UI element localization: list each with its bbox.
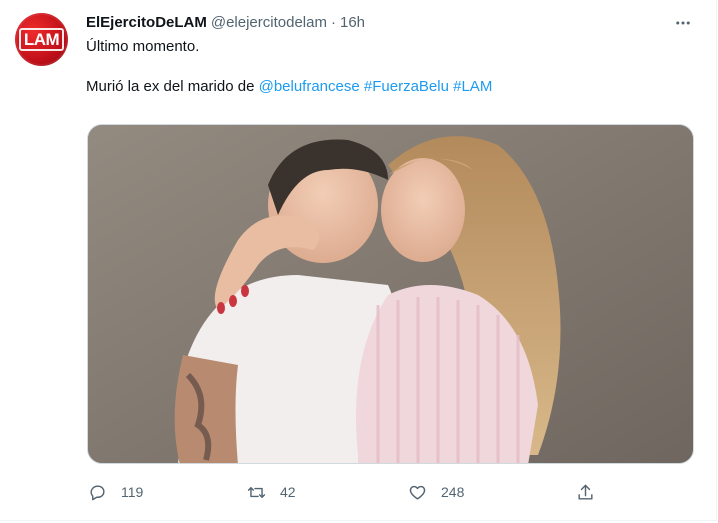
tweet[interactable]: LAM ElEjercitoDeLAM @elejercitodelam · 1… [0,0,717,521]
share-button[interactable] [576,481,595,503]
tweet-photo[interactable] [87,124,694,464]
retweet-count: 42 [280,484,296,500]
separator-dot: · [330,13,336,31]
tweet-time[interactable]: 16h [340,14,365,31]
more-options-button[interactable] [672,12,694,34]
tweet-actions: 119 42 248 [86,481,606,503]
more-icon [676,21,690,25]
reply-count: 119 [121,484,144,500]
tweet-text: Último momento. Murió la ex del marido d… [86,37,686,97]
hashtag-link-lam[interactable]: #LAM [453,78,492,95]
mention-link[interactable]: @belufrancese [259,78,360,95]
share-icon [578,484,593,500]
tweet-header: ElEjercitoDeLAM @elejercitodelam · 16h [86,12,365,32]
reply-button[interactable]: 119 [88,481,143,503]
like-count: 248 [441,484,465,500]
display-name[interactable]: ElEjercitoDeLAM [86,14,207,31]
like-button[interactable]: 248 [408,481,464,503]
avatar-logo: LAM [18,28,65,51]
user-handle[interactable]: @elejercitodelam [211,14,327,31]
retweet-icon [247,486,266,498]
hashtag-link-fuerzabelu[interactable]: #FuerzaBelu [364,78,449,95]
heart-icon [409,485,426,500]
tweet-line-1: Último momento. [86,38,200,55]
reply-icon [90,484,105,500]
retweet-button[interactable]: 42 [247,481,296,503]
photo-illustration [88,125,693,463]
avatar[interactable]: LAM [15,13,68,66]
tweet-line-2-text: Murió la ex del marido de [86,78,255,95]
tweet-line-2: Murió la ex del marido de @belufrancese … [86,77,686,97]
